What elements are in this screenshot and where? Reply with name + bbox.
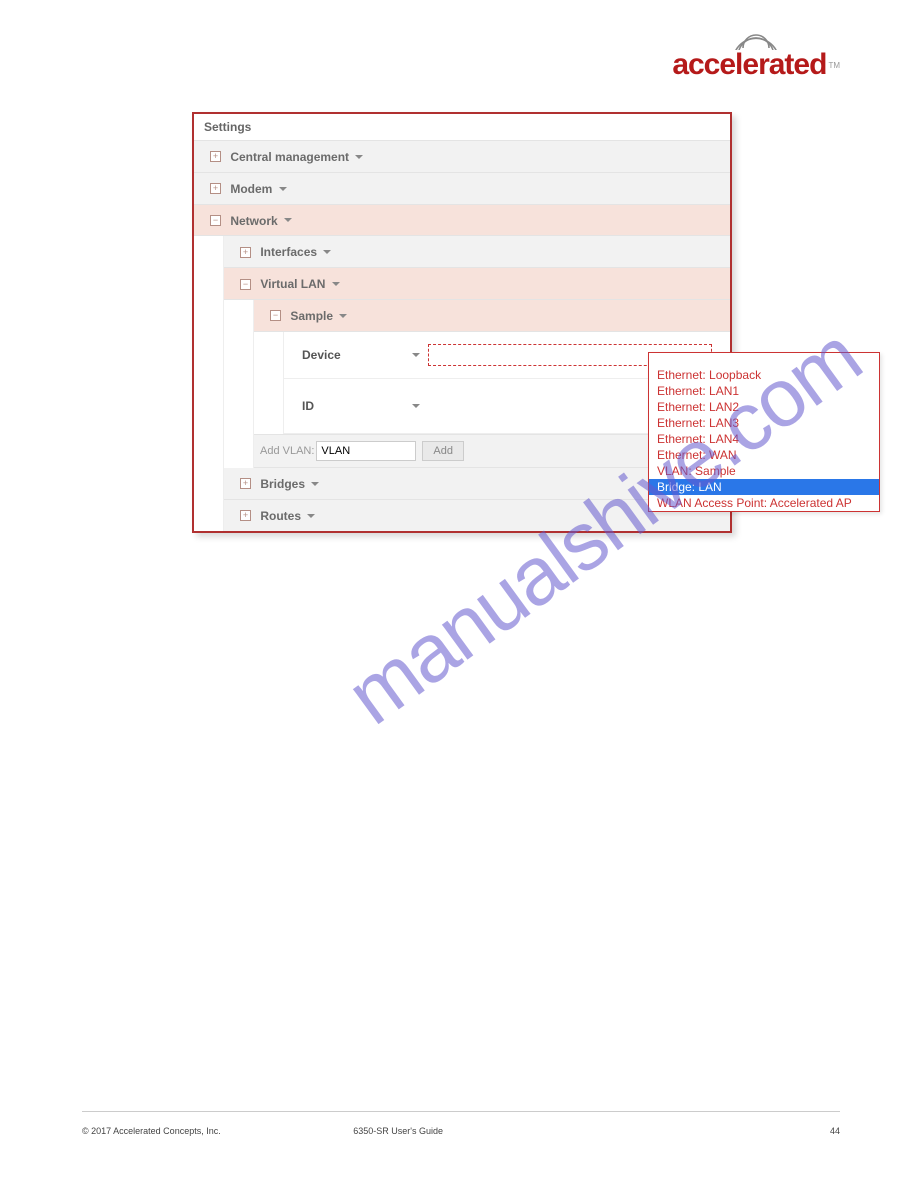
settings-panel: Settings + Central management + Modem − …: [192, 112, 732, 533]
caret-down-icon: [412, 353, 420, 357]
field-label: ID: [292, 399, 412, 413]
row-label: Sample: [290, 309, 333, 323]
dropdown-option[interactable]: Ethernet: LAN4: [649, 431, 879, 447]
row-label: Central management: [230, 150, 349, 164]
caret-down-icon: [339, 314, 347, 318]
caret-down-icon: [355, 155, 363, 159]
dropdown-option[interactable]: Ethernet: LAN2: [649, 399, 879, 415]
row-virtual-lan[interactable]: − Virtual LAN: [224, 268, 730, 300]
dropdown-option[interactable]: Ethernet: WAN: [649, 447, 879, 463]
row-label: Routes: [260, 509, 301, 523]
dropdown-option[interactable]: Ethernet: LAN3: [649, 415, 879, 431]
row-label: Network: [230, 213, 277, 227]
wifi-arcs-icon: [672, 30, 840, 50]
row-label: Virtual LAN: [260, 277, 325, 291]
caret-down-icon: [323, 250, 331, 254]
add-vlan-label: Add VLAN:: [260, 445, 314, 457]
footer-page-number: 44: [830, 1126, 840, 1136]
collapse-icon[interactable]: −: [270, 310, 281, 321]
field-label: Device: [292, 348, 412, 362]
panel-title: Settings: [194, 114, 730, 141]
add-vlan-input[interactable]: [316, 441, 416, 461]
row-network[interactable]: − Network: [194, 205, 730, 237]
collapse-icon[interactable]: −: [240, 279, 251, 290]
caret-down-icon: [284, 218, 292, 222]
expand-icon[interactable]: +: [240, 247, 251, 258]
caret-down-icon: [279, 187, 287, 191]
row-interfaces[interactable]: + Interfaces: [224, 236, 730, 268]
caret-down-icon: [311, 482, 319, 486]
row-central-management[interactable]: + Central management: [194, 141, 730, 173]
device-dropdown[interactable]: Ethernet: Loopback Ethernet: LAN1 Ethern…: [648, 352, 880, 512]
row-sample[interactable]: − Sample: [254, 300, 730, 332]
caret-down-icon: [332, 282, 340, 286]
row-label: Modem: [230, 182, 272, 196]
dropdown-option-selected[interactable]: Bridge: LAN: [649, 479, 879, 495]
row-label: Bridges: [260, 477, 305, 491]
expand-icon[interactable]: +: [240, 510, 251, 521]
expand-icon[interactable]: +: [210, 151, 221, 162]
add-button[interactable]: Add: [422, 441, 464, 461]
logo-text: accelerated: [672, 48, 826, 81]
footer-model: 6350-SR User's Guide: [353, 1126, 443, 1136]
dropdown-option[interactable]: Ethernet: Loopback: [649, 367, 879, 383]
caret-down-icon: [307, 514, 315, 518]
footer-copyright: © 2017 Accelerated Concepts, Inc. 6350-S…: [82, 1126, 443, 1136]
dropdown-option[interactable]: WLAN Access Point: Accelerated AP: [649, 495, 879, 511]
dropdown-option[interactable]: VLAN: Sample: [649, 463, 879, 479]
brand-logo: acceleratedTM: [672, 30, 840, 80]
row-modem[interactable]: + Modem: [194, 173, 730, 205]
expand-icon[interactable]: +: [240, 478, 251, 489]
collapse-icon[interactable]: −: [210, 215, 221, 226]
row-label: Interfaces: [260, 245, 317, 259]
expand-icon[interactable]: +: [210, 183, 221, 194]
dropdown-option[interactable]: Ethernet: LAN1: [649, 383, 879, 399]
caret-down-icon: [412, 404, 420, 408]
footer-divider: [82, 1111, 840, 1112]
logo-tm: TM: [828, 61, 840, 70]
